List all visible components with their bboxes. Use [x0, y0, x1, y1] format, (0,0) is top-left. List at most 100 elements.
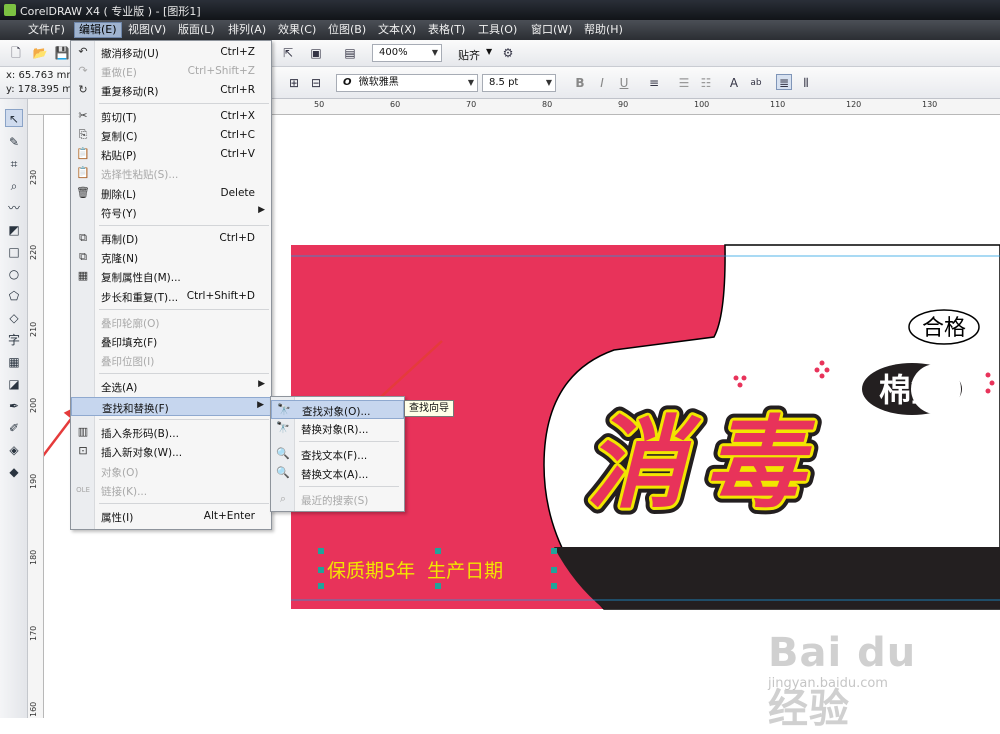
edit-menu-item[interactable]: 符号(Y) ▶: [71, 203, 271, 222]
submenu-item-label: 查找文本(F)...: [301, 450, 368, 462]
snap-label[interactable]: 贴齐: [458, 47, 480, 63]
save-icon[interactable]: 💾: [54, 45, 70, 61]
font-family-select[interactable]: O 微软雅黑 ▼: [336, 74, 478, 92]
menu-5[interactable]: 效果(C): [274, 22, 320, 38]
font-size-select[interactable]: 8.5 pt ▼: [482, 74, 556, 92]
underline-icon[interactable]: U: [616, 75, 632, 91]
basic-shapes-tool-icon[interactable]: ◇: [5, 309, 23, 327]
ellipse-tool-icon[interactable]: ○: [5, 265, 23, 283]
edit-menu-item[interactable]: 查找和替换(F) ▶: [71, 397, 271, 416]
smart-fill-tool-icon[interactable]: ◩: [5, 221, 23, 239]
menu-3[interactable]: 版面(L): [174, 22, 219, 38]
snap-dropdown-icon[interactable]: ▼: [486, 47, 492, 56]
new-document-icon[interactable]: 🗋: [8, 45, 24, 61]
edit-menu-item[interactable]: ⎘ 复制(C) Ctrl+C: [71, 126, 271, 145]
edit-menu-item[interactable]: 🗑 删除(L) Delete: [71, 184, 271, 203]
menu-1[interactable]: 编辑(E): [74, 22, 122, 38]
interactive-effects-tool-icon[interactable]: ◪: [5, 375, 23, 393]
edit-menu-item[interactable]: ↷ 重做(E) Ctrl+Shift+Z: [71, 62, 271, 81]
rectangle-tool-icon[interactable]: □: [5, 243, 23, 261]
welcome-screen-icon[interactable]: ▤: [342, 45, 358, 61]
polygon-tool-icon[interactable]: ⬠: [5, 287, 23, 305]
submenu-item-label: 查找对象(O)...: [302, 406, 371, 418]
menu-item-label: 重复移动(R): [101, 86, 159, 98]
shape-tool-icon[interactable]: ✎: [5, 133, 23, 151]
menu-7[interactable]: 文本(X): [374, 22, 420, 38]
chevron-down-icon: ▼: [467, 78, 474, 87]
fill-tool-icon[interactable]: ◈: [5, 441, 23, 459]
options-icon[interactable]: ⚙: [500, 45, 516, 61]
edit-menu-item[interactable]: ✂ 剪切(T) Ctrl+X: [71, 107, 271, 126]
horizontal-align-icon[interactable]: ⊞: [286, 75, 302, 91]
open-folder-icon[interactable]: 📂: [32, 45, 48, 61]
pick-tool-icon[interactable]: ↖: [5, 109, 23, 127]
edit-menu-item[interactable]: 叠印位图(I): [71, 351, 271, 370]
bottom-info-text[interactable]: 保质期5年 生产日期: [327, 560, 503, 582]
ruler-left-label: 180: [29, 549, 38, 565]
edit-menu-item[interactable]: ↻ 重复移动(R) Ctrl+R: [71, 81, 271, 100]
watermark-url: jingyan.baidu.com: [768, 676, 888, 691]
edit-menu-item[interactable]: ⧉ 克隆(N): [71, 248, 271, 267]
menu-10[interactable]: 窗口(W): [527, 22, 576, 38]
edit-text-icon[interactable]: ab: [748, 75, 764, 91]
character-format-icon[interactable]: A: [726, 75, 742, 91]
recent-search-icon: ⌕: [279, 492, 287, 505]
vertical-text-icon[interactable]: ⦀: [798, 75, 814, 91]
edit-menu-item[interactable]: 步长和重复(T)... Ctrl+Shift+D: [71, 287, 271, 306]
table-tool-icon[interactable]: ▦: [5, 353, 23, 371]
ruler-top-label: 90: [618, 100, 629, 109]
edit-menu-item[interactable]: 📋 粘贴(P) Ctrl+V: [71, 145, 271, 164]
edit-menu-item[interactable]: ↶ 撤消移动(U) Ctrl+Z: [71, 43, 271, 62]
menu-separator: [99, 225, 269, 226]
edit-menu-item[interactable]: 叠印轮廓(O): [71, 313, 271, 332]
edit-menu-item[interactable]: 叠印填充(F): [71, 332, 271, 351]
edit-menu-item[interactable]: ▦ 复制属性自(M)...: [71, 267, 271, 286]
italic-icon[interactable]: I: [594, 75, 610, 91]
horizontal-text-icon[interactable]: ≣: [776, 74, 792, 90]
crop-tool-icon[interactable]: ⌗: [5, 155, 23, 173]
vertical-align-icon[interactable]: ⊟: [308, 75, 324, 91]
x-coordinate[interactable]: x: 65.763 mm: [6, 70, 76, 81]
export-icon[interactable]: ⇱: [280, 45, 296, 61]
submenu-arrow-icon: ▶: [258, 379, 265, 389]
clone-icon: ⧉: [79, 250, 87, 263]
menu-0[interactable]: 文件(F): [24, 22, 69, 38]
text-tool-icon[interactable]: 字: [5, 331, 23, 349]
bold-icon[interactable]: B: [572, 75, 588, 91]
menu-6[interactable]: 位图(B): [324, 22, 370, 38]
edit-menu-item[interactable]: 📋 选择性粘贴(S)...: [71, 164, 271, 183]
menu-4[interactable]: 排列(A): [224, 22, 270, 38]
edit-menu-item[interactable]: ⧉ 再制(D) Ctrl+D: [71, 229, 271, 248]
duplicate-icon: ⧉: [79, 231, 87, 244]
find-submenu-item[interactable]: 🔭 替换对象(R)...: [271, 419, 404, 438]
find-submenu-item[interactable]: 🔍 查找文本(F)...: [271, 445, 404, 464]
menu-11[interactable]: 帮助(H): [580, 22, 627, 38]
find-submenu-item[interactable]: 🔍 替换文本(A)...: [271, 464, 404, 483]
edit-menu-item[interactable]: 属性(I) Alt+Enter: [71, 507, 271, 526]
zoom-tool-icon[interactable]: ⌕: [5, 177, 23, 195]
zoom-level-select[interactable]: 400% ▼: [372, 44, 442, 62]
eyedropper-tool-icon[interactable]: ✒: [5, 397, 23, 415]
edit-menu-item[interactable]: OLE 链接(K)...: [71, 481, 271, 500]
menu-8[interactable]: 表格(T): [424, 22, 469, 38]
interactive-fill-tool-icon[interactable]: ◆: [5, 463, 23, 481]
chevron-down-icon: ▼: [545, 78, 552, 87]
find-submenu-item[interactable]: ⌕ 最近的搜索(S): [271, 490, 404, 509]
edit-menu-item[interactable]: 全选(A) ▶: [71, 377, 271, 396]
outline-tool-icon[interactable]: ✐: [5, 419, 23, 437]
replace-object-icon: 🔭: [276, 421, 290, 434]
edit-menu-item[interactable]: ▥ 插入条形码(B)...: [71, 423, 271, 442]
menu-item-label: 撤消移动(U): [101, 48, 159, 60]
edit-menu-item[interactable]: ⊡ 插入新对象(W)...: [71, 442, 271, 461]
headline-char-1: 消: [586, 404, 702, 522]
menu-9[interactable]: 工具(O): [474, 22, 521, 38]
drop-cap-icon[interactable]: ☷: [698, 75, 714, 91]
find-submenu-item[interactable]: 🔭 查找对象(O)...: [271, 400, 404, 419]
edit-menu-item[interactable]: 对象(O): [71, 462, 271, 481]
opentype-font-icon: O: [343, 77, 352, 88]
application-launcher-icon[interactable]: ▣: [308, 45, 324, 61]
menu-2[interactable]: 视图(V): [124, 22, 170, 38]
freehand-tool-icon[interactable]: 〰: [5, 199, 23, 217]
bullet-list-icon[interactable]: ☰: [676, 75, 692, 91]
text-align-icon[interactable]: ≡: [646, 75, 662, 91]
